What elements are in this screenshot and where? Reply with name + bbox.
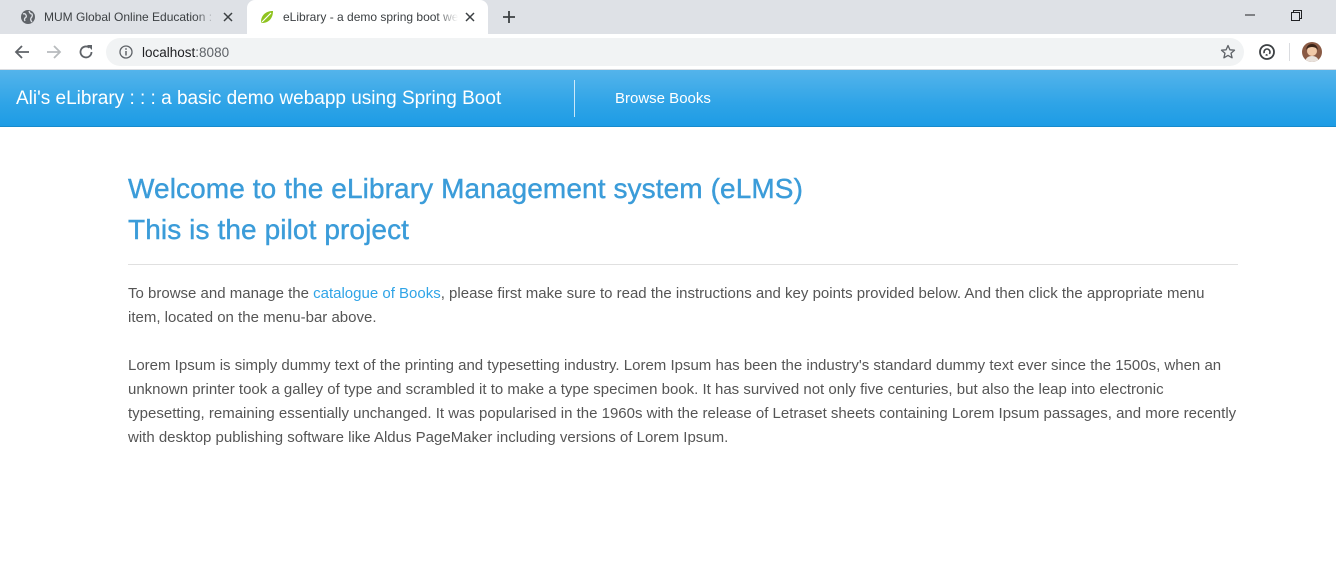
browser-tab-mum[interactable]: MUM Global Online Education : C [8, 0, 246, 34]
minimize-icon [1245, 14, 1255, 16]
page-title: Welcome to the eLibrary Management syste… [128, 168, 1238, 250]
restore-button[interactable] [1273, 0, 1319, 30]
restore-icon [1290, 9, 1302, 21]
spring-leaf-icon [259, 9, 275, 25]
globe-icon [20, 9, 36, 25]
reload-button[interactable] [74, 40, 98, 64]
forward-button[interactable] [42, 40, 66, 64]
url-port: :8080 [195, 44, 230, 60]
info-icon[interactable] [118, 44, 134, 60]
close-icon[interactable] [220, 9, 236, 25]
url-text: localhost:8080 [142, 45, 229, 60]
browser-tab-strip: MUM Global Online Education : C eLibrary… [0, 0, 1336, 34]
profile-avatar[interactable] [1302, 42, 1322, 62]
plus-icon [503, 11, 515, 23]
app-navbar: Ali's eLibrary : : : a basic demo webapp… [0, 70, 1336, 127]
nav-link-browse-books[interactable]: Browse Books [615, 70, 711, 127]
toolbar-divider [1289, 43, 1290, 61]
catalogue-link[interactable]: catalogue of Books [313, 285, 441, 302]
sync-extension-icon[interactable] [1258, 43, 1276, 61]
close-icon[interactable] [462, 9, 478, 25]
divider [128, 264, 1238, 265]
intro-text-before: To browse and manage the [128, 285, 314, 302]
bookmark-star-icon[interactable] [1220, 44, 1236, 60]
reload-icon [79, 45, 93, 59]
intro-paragraph: To browse and manage the catalogue of Bo… [128, 282, 1238, 330]
browser-tab-elibrary[interactable]: eLibrary - a demo spring boot we [247, 0, 488, 34]
back-button[interactable] [10, 40, 34, 64]
main-content: Welcome to the eLibrary Management syste… [128, 168, 1238, 450]
address-bar[interactable]: localhost:8080 [106, 38, 1244, 66]
minimize-button[interactable] [1227, 0, 1273, 30]
back-arrow-icon [14, 45, 29, 59]
browser-toolbar: localhost:8080 [0, 34, 1336, 70]
title-line-2: This is the pilot project [128, 214, 410, 245]
lorem-paragraph: Lorem Ipsum is simply dummy text of the … [128, 357, 1237, 446]
tab-title: MUM Global Online Education : C [44, 10, 216, 24]
tab-title: eLibrary - a demo spring boot we [283, 10, 458, 24]
forward-arrow-icon [47, 45, 62, 59]
url-host: localhost [142, 44, 196, 60]
navbar-divider [574, 80, 575, 117]
new-tab-button[interactable] [499, 7, 519, 27]
title-line-1: Welcome to the eLibrary Management syste… [128, 173, 803, 204]
brand-title[interactable]: Ali's eLibrary : : : a basic demo webapp… [16, 70, 501, 127]
